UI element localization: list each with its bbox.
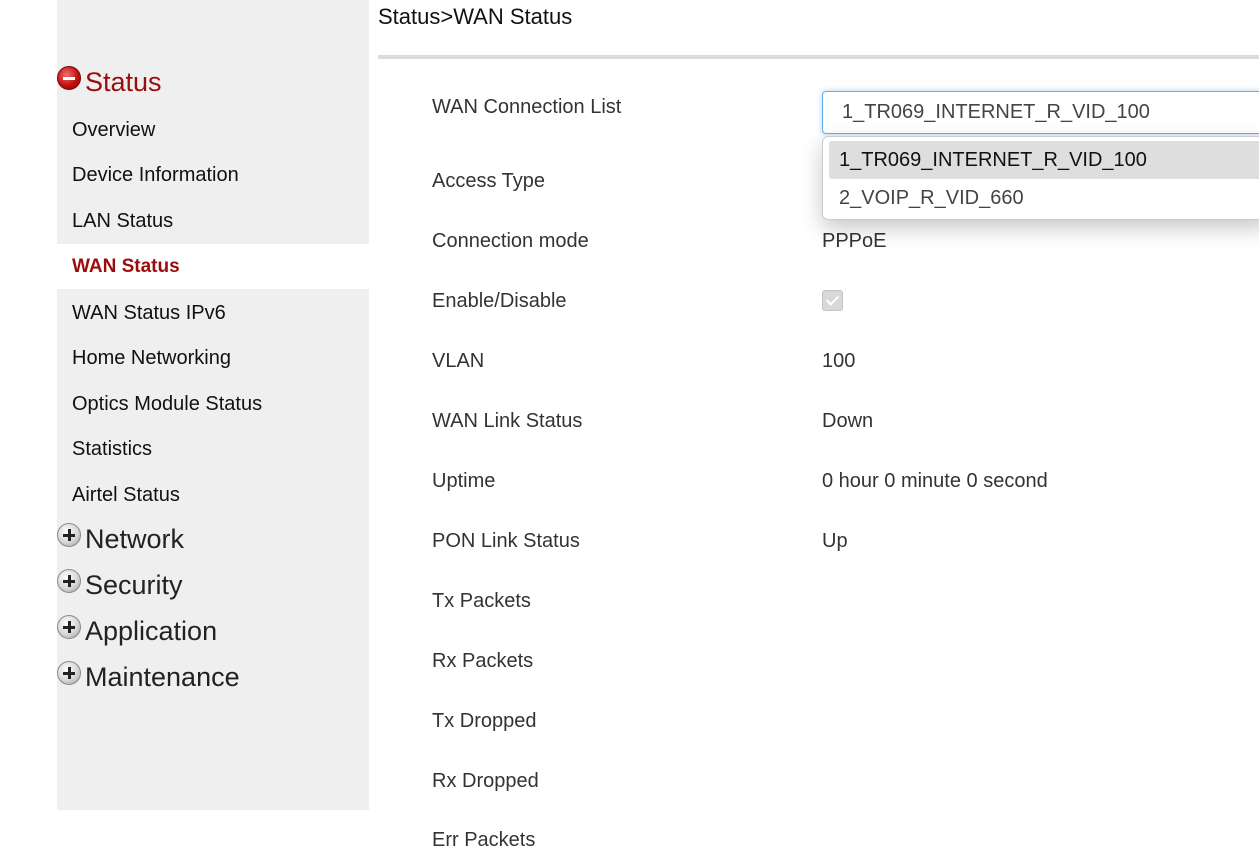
- wan-link-status-value: Down: [822, 410, 874, 432]
- tx-dropped-label: Tx Dropped: [432, 710, 537, 732]
- pon-link-status-value: Up: [822, 530, 848, 552]
- uptime-label: Uptime: [432, 470, 496, 492]
- sidebar-item-device-information[interactable]: Device Information: [57, 153, 369, 198]
- connection-mode-label: Connection mode: [432, 230, 589, 252]
- tx-packets-label: Tx Packets: [432, 590, 531, 612]
- nav-group-network[interactable]: Network: [57, 521, 184, 557]
- nav-group-label: Security: [85, 569, 183, 600]
- nav-group-label: Maintenance: [85, 661, 240, 692]
- pon-link-status-label: PON Link Status: [432, 530, 580, 552]
- wan-connection-option[interactable]: 1_TR069_INTERNET_R_VID_100: [829, 141, 1259, 179]
- breadcrumb: Status>WAN Status: [378, 4, 573, 29]
- enable-disable-label: Enable/Disable: [432, 290, 567, 312]
- sidebar-item-optics-module-status[interactable]: Optics Module Status: [57, 382, 369, 427]
- sidebar-item-lan-status[interactable]: LAN Status: [57, 199, 369, 244]
- sidebar-item-home-networking[interactable]: Home Networking: [57, 336, 369, 381]
- wan-link-status-label: WAN Link Status: [432, 410, 583, 432]
- access-type-label: Access Type: [432, 170, 546, 192]
- sidebar-nav: Status Overview Device Information LAN S…: [57, 0, 369, 810]
- wan-connection-dropdown: 1_TR069_INTERNET_R_VID_100 2_VOIP_R_VID_…: [822, 136, 1259, 220]
- nav-group-label: Application: [85, 615, 218, 646]
- expand-plus-icon: [57, 569, 81, 593]
- collapse-minus-icon: [57, 66, 81, 90]
- expand-plus-icon: [57, 615, 81, 639]
- sidebar-item-statistics[interactable]: Statistics: [57, 427, 369, 472]
- sidebar-item-wan-status[interactable]: WAN Status: [57, 244, 369, 289]
- sidebar-item-overview[interactable]: Overview: [57, 108, 369, 153]
- wan-connection-selected-value: 1_TR069_INTERNET_R_VID_100: [842, 101, 1150, 123]
- wan-connection-list-label: WAN Connection List: [432, 96, 622, 118]
- expand-plus-icon: [57, 523, 81, 547]
- err-packets-label: Err Packets: [432, 829, 536, 851]
- nav-group-maintenance[interactable]: Maintenance: [57, 659, 240, 695]
- nav-group-status[interactable]: Status: [57, 64, 162, 100]
- rx-packets-label: Rx Packets: [432, 650, 534, 672]
- enable-checkbox: [822, 290, 843, 311]
- wan-connection-select[interactable]: 1_TR069_INTERNET_R_VID_100: [822, 91, 1259, 134]
- wan-connection-option[interactable]: 2_VOIP_R_VID_660: [829, 179, 1259, 217]
- vlan-value: 100: [822, 350, 856, 372]
- nav-group-label: Network: [85, 523, 185, 554]
- rx-dropped-label: Rx Dropped: [432, 770, 539, 792]
- nav-group-application[interactable]: Application: [57, 613, 217, 649]
- uptime-value: 0 hour 0 minute 0 second: [822, 470, 1048, 492]
- connection-mode-value: PPPoE: [822, 230, 887, 252]
- expand-plus-icon: [57, 661, 81, 685]
- sidebar-item-wan-status-ipv6[interactable]: WAN Status IPv6: [57, 291, 369, 336]
- sidebar-item-airtel-status[interactable]: Airtel Status: [57, 473, 369, 518]
- nav-group-security[interactable]: Security: [57, 567, 183, 603]
- header-divider: [378, 55, 1259, 59]
- nav-group-label: Status: [85, 66, 162, 97]
- vlan-label: VLAN: [432, 350, 485, 372]
